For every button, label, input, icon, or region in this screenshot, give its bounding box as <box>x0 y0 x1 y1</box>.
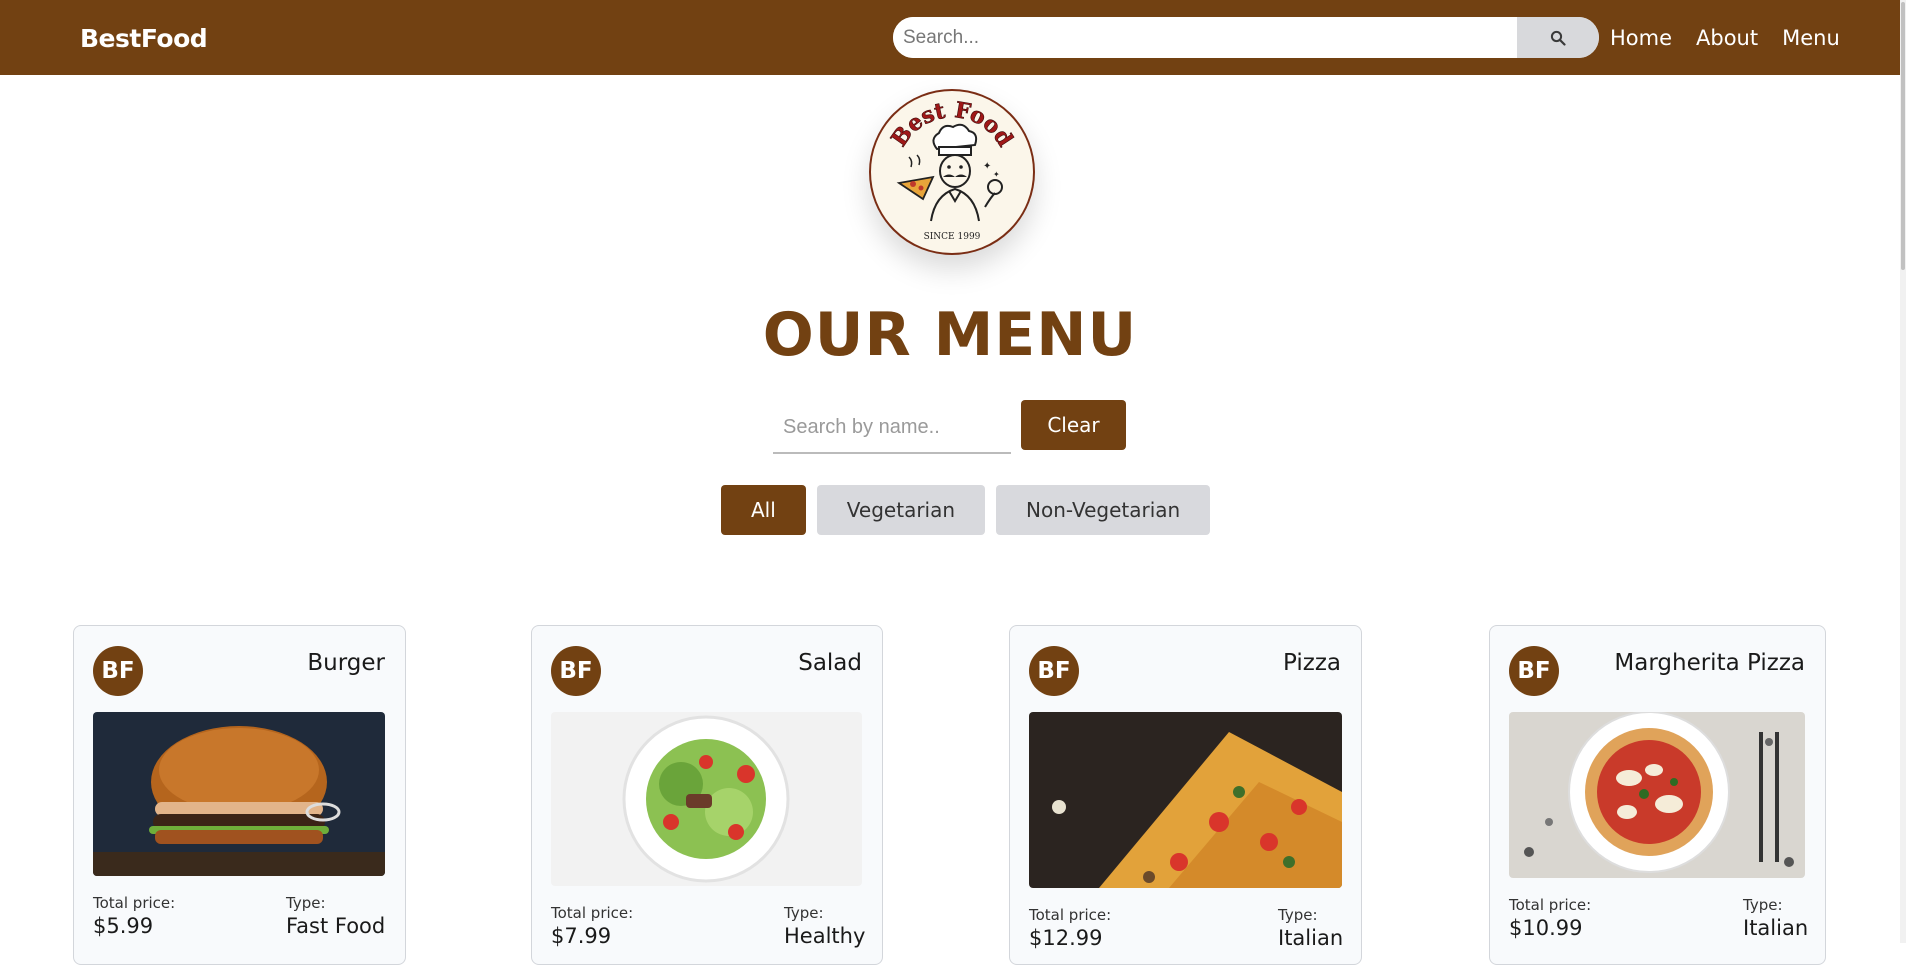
price-value: $5.99 <box>93 914 154 938</box>
price-label: Total price: <box>551 904 634 922</box>
svg-text:✦: ✦ <box>993 170 1000 179</box>
type-label: Type: <box>784 904 824 922</box>
type-value: Healthy <box>784 924 866 948</box>
price-label: Total price: <box>93 894 176 912</box>
menu-card-burger[interactable]: BF Burger Total price: $5.99 Type: Fast … <box>73 625 406 965</box>
nav-search-bar <box>893 17 1599 58</box>
scrollbar-thumb[interactable] <box>1901 2 1905 270</box>
chef-logo-icon: Best Food ✦ ✦ SINCE 1999 <box>886 97 1019 242</box>
type-value: Italian <box>1278 926 1344 950</box>
item-name: Burger <box>307 650 385 676</box>
page-scrollbar[interactable] <box>1900 0 1906 943</box>
category-tabs: All Vegetarian Non-Vegetarian <box>721 485 1211 535</box>
nav-link-about[interactable]: About <box>1696 26 1758 50</box>
nav-link-home[interactable]: Home <box>1610 26 1672 50</box>
svg-text:✦: ✦ <box>983 161 991 172</box>
menu-card-margherita-pizza[interactable]: BF Margherita Pizza Total price: $10.99 … <box>1489 625 1826 965</box>
type-label: Type: <box>1278 906 1318 924</box>
nav-link-menu[interactable]: Menu <box>1782 26 1840 50</box>
tab-vegetarian[interactable]: Vegetarian <box>816 485 986 535</box>
type-value: Fast Food <box>286 914 386 938</box>
price-value: $7.99 <box>551 924 612 948</box>
nav-links: Home About Menu <box>1610 26 1840 50</box>
logo-since: SINCE 1999 <box>924 232 981 242</box>
type-value: Italian <box>1743 916 1809 940</box>
nav-search-button[interactable] <box>1517 17 1599 58</box>
avatar: BF <box>551 646 601 696</box>
price-value: $10.99 <box>1509 916 1583 940</box>
type-label: Type: <box>1743 896 1783 914</box>
price-label: Total price: <box>1509 896 1592 914</box>
menu-card-salad[interactable]: BF Salad Total price: $7.99 Type: Health… <box>531 625 883 965</box>
item-name: Pizza <box>1283 650 1341 676</box>
item-image-salad <box>551 712 862 886</box>
menu-card-pizza[interactable]: BF Pizza Total price: $12.99 Type: Itali… <box>1009 625 1362 965</box>
page-title: OUR MENU <box>762 300 1138 370</box>
price-value: $12.99 <box>1029 926 1103 950</box>
item-image-pizza <box>1029 712 1342 888</box>
item-name: Margherita Pizza <box>1614 650 1805 676</box>
price-label: Total price: <box>1029 906 1112 924</box>
nav-search-input[interactable] <box>893 17 1517 58</box>
best-food-logo: Best Food ✦ ✦ SINCE 1999 <box>869 89 1035 255</box>
brand-logo-text[interactable]: BestFood <box>80 24 208 53</box>
item-name: Salad <box>798 650 862 676</box>
search-by-name-input[interactable] <box>773 402 1011 454</box>
clear-button[interactable]: Clear <box>1021 400 1126 450</box>
search-icon <box>1550 30 1566 46</box>
item-image-margherita-pizza <box>1509 712 1805 878</box>
avatar: BF <box>1509 646 1559 696</box>
top-navbar: BestFood Home About Menu <box>0 0 1900 75</box>
item-image-burger <box>93 712 385 876</box>
avatar: BF <box>93 646 143 696</box>
type-label: Type: <box>286 894 326 912</box>
tab-all[interactable]: All <box>721 485 806 535</box>
avatar: BF <box>1029 646 1079 696</box>
tab-non-vegetarian[interactable]: Non-Vegetarian <box>996 485 1211 535</box>
